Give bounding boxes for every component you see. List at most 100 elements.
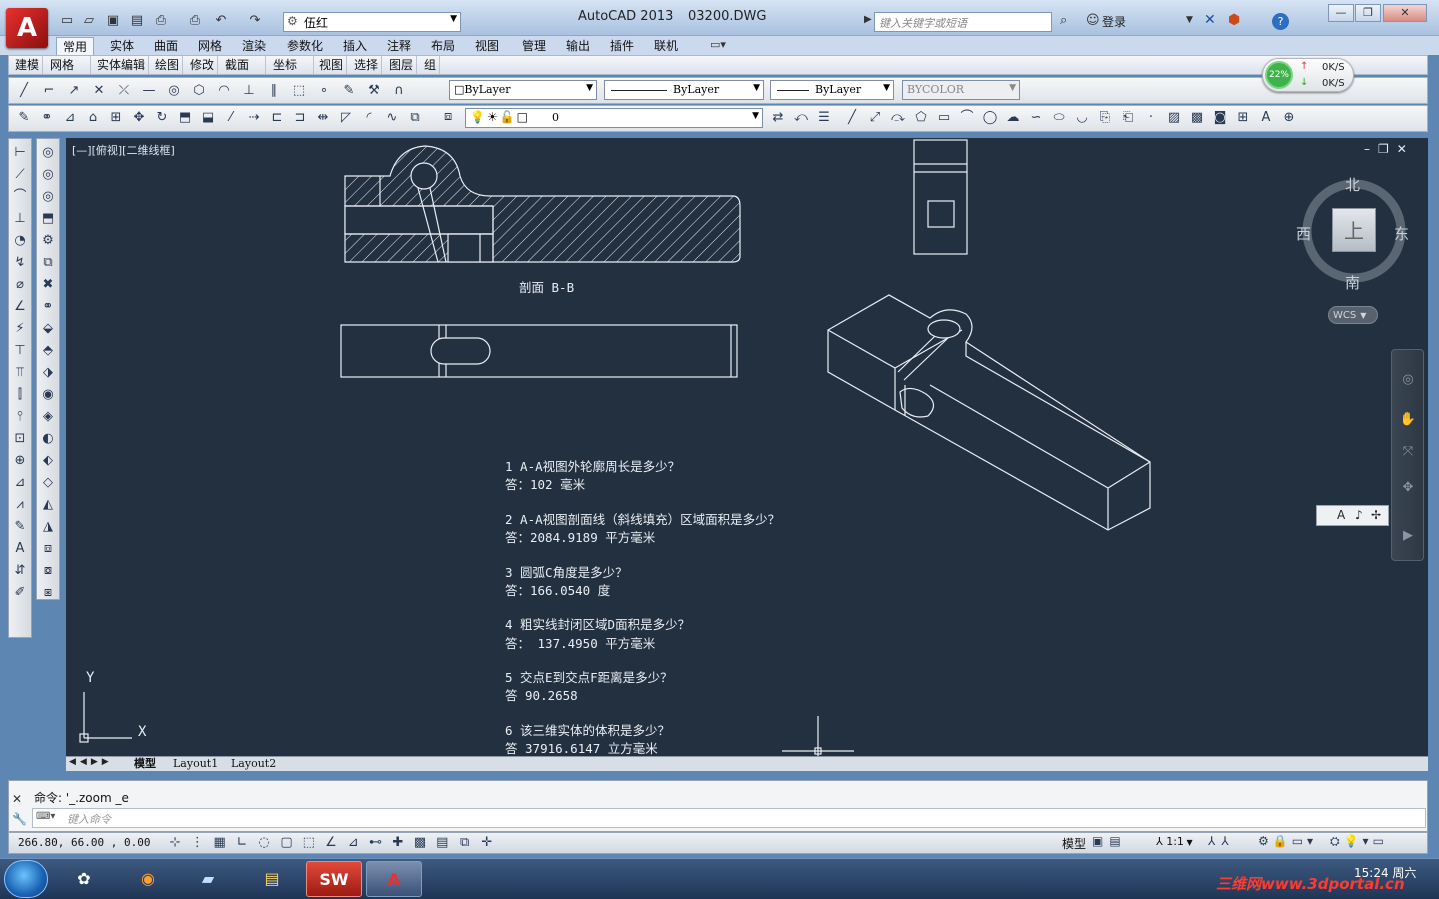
layout-nav-arrows[interactable]: ◀◀▶▶: [69, 757, 113, 767]
quick-props-icon[interactable]: ▤: [433, 834, 451, 852]
perpendicular-icon[interactable]: ⊥: [239, 81, 259, 101]
taskbar-app-explorer[interactable]: ▤: [244, 861, 300, 897]
dim-update-icon[interactable]: ⇵: [10, 561, 30, 581]
snap-icon[interactable]: ⋮: [188, 834, 206, 852]
save-as-icon[interactable]: ▤: [128, 12, 146, 30]
quick-dim-icon[interactable]: ⚡: [10, 319, 30, 339]
tab-parametric[interactable]: 参数化: [281, 37, 329, 55]
dyn-icon[interactable]: ⊷: [366, 834, 384, 852]
viewcube-west[interactable]: 西: [1296, 223, 1311, 244]
polyline-icon[interactable]: ⌐: [39, 81, 59, 101]
expand-icon[interactable]: ▶: [864, 14, 872, 25]
tab-home[interactable]: 常用: [56, 37, 95, 55]
command-prompt-icon[interactable]: ⌨▾: [36, 811, 55, 822]
tab-render[interactable]: 渲染: [236, 37, 272, 55]
viewport-controls[interactable]: [—][俯视][二维线框]: [72, 142, 175, 158]
add-selected-icon[interactable]: ⊕: [1279, 108, 1299, 128]
dash-icon[interactable]: —: [139, 81, 159, 101]
sweep-icon[interactable]: ◈: [38, 407, 58, 427]
taskbar-app-solidworks[interactable]: SW: [306, 861, 362, 897]
menu-solid-edit[interactable]: 实体编辑: [94, 56, 150, 74]
wedge-icon[interactable]: ◎: [38, 187, 58, 207]
insert-block-icon[interactable]: ⎘: [1095, 108, 1115, 128]
grid-icon[interactable]: ▦: [211, 834, 229, 852]
polysolid-icon[interactable]: ◎: [38, 143, 58, 163]
close-button[interactable]: ✕: [1383, 4, 1427, 22]
array-icon[interactable]: ⊞: [106, 108, 126, 128]
trim-icon[interactable]: ⁄: [221, 108, 241, 128]
taskbar-app-media[interactable]: ◉: [120, 861, 176, 897]
edit-icon[interactable]: ✎: [339, 81, 359, 101]
copy-icon[interactable]: ⚭: [37, 108, 57, 128]
pyramid-icon[interactable]: ⚭: [38, 297, 58, 317]
tolerance-icon[interactable]: ⊡: [10, 429, 30, 449]
hardware-accel-icons[interactable]: ⛭💡▾▭: [1330, 834, 1388, 849]
menu-mesh[interactable]: 网格: [47, 56, 91, 74]
layout-view-icons[interactable]: ▣▤: [1092, 834, 1127, 848]
ortho-icon[interactable]: ∟: [233, 834, 251, 852]
color-select[interactable]: □ByLayer ▼: [449, 80, 597, 100]
store-icon[interactable]: ⬢: [1228, 12, 1240, 28]
otrack-icon[interactable]: ∠: [322, 834, 340, 852]
space-icon[interactable]: ⫿: [10, 385, 30, 405]
annotation-monitor-icon[interactable]: ✛: [478, 834, 496, 852]
workspace-switch-icons[interactable]: ⚙🔒▭▾: [1258, 834, 1317, 848]
make-block-icon[interactable]: ⎗: [1118, 108, 1138, 128]
erase-icon[interactable]: ✎: [14, 108, 34, 128]
chamfer-icon[interactable]: ◸: [336, 108, 356, 128]
center-mark-icon[interactable]: ⊕: [10, 451, 30, 471]
scale-icon[interactable]: ⬒: [175, 108, 195, 128]
menu-select[interactable]: 选择: [351, 56, 383, 74]
jogged-linear-icon[interactable]: ⩘: [10, 495, 30, 515]
wrench-icon[interactable]: 🔧: [12, 812, 27, 826]
menu-modify[interactable]: 修改: [187, 56, 219, 74]
pan-icon[interactable]: ✋: [1398, 410, 1418, 430]
box-icon[interactable]: ◎: [38, 165, 58, 185]
lineweight-icon[interactable]: ✚: [389, 834, 407, 852]
restore-icon[interactable]: ❐: [1378, 142, 1397, 156]
construction-line-icon[interactable]: ⤢: [865, 108, 885, 128]
move-icon[interactable]: ✥: [129, 108, 149, 128]
rectangle-icon[interactable]: ▭: [934, 108, 954, 128]
annotation-add-icon[interactable]: ✢: [1371, 508, 1381, 522]
viewcube-north[interactable]: 北: [1345, 174, 1360, 195]
system-clock[interactable]: 15:24 周六: [1354, 864, 1416, 881]
cone-icon[interactable]: ⬒: [38, 209, 58, 229]
plotstyle-select[interactable]: BYCOLOR ▼: [902, 80, 1020, 100]
break-dim-icon[interactable]: ⫯: [10, 407, 30, 427]
save-icon[interactable]: ▣: [104, 12, 122, 30]
menu-layers[interactable]: 图层: [386, 56, 418, 74]
rotate-icon[interactable]: ↻: [152, 108, 172, 128]
point-icon[interactable]: ·: [1141, 108, 1161, 128]
linear-dim-icon[interactable]: ⊢: [10, 143, 30, 163]
polyline-icon[interactable]: ⤼: [888, 108, 908, 128]
circle-icon[interactable]: ◯: [980, 108, 1000, 128]
annotation-scale-icon[interactable]: ♪: [1355, 508, 1363, 522]
workspace-select[interactable]: ⚙ 伍红 ▼: [283, 12, 461, 32]
circle-icon[interactable]: ◎: [164, 81, 184, 101]
subtract-icon[interactable]: ◭: [38, 495, 58, 515]
break-at-point-icon[interactable]: ⊐: [290, 108, 310, 128]
loft-icon[interactable]: ⬖: [38, 451, 58, 471]
jogged-icon[interactable]: ↯: [10, 253, 30, 273]
polar-icon[interactable]: ◌: [255, 834, 273, 852]
model-space-canvas[interactable]: [66, 138, 1428, 756]
minimize-button[interactable]: —: [1328, 4, 1354, 22]
mtext-icon[interactable]: A: [1256, 108, 1276, 128]
3d-osnap-icon[interactable]: ⬚: [300, 834, 318, 852]
taskbar-app-notes[interactable]: ▰: [180, 861, 236, 897]
publish-icon[interactable]: ⎙: [152, 12, 170, 30]
layer-previous-icon[interactable]: ⤺: [791, 108, 811, 128]
inspection-icon[interactable]: ⊿: [10, 473, 30, 493]
menu-group[interactable]: 组: [421, 56, 441, 74]
open-icon[interactable]: ▱: [80, 12, 98, 30]
presspull-icon[interactable]: ◉: [38, 385, 58, 405]
sphere-icon[interactable]: ⚙: [38, 231, 58, 251]
redo-icon[interactable]: ↷: [246, 12, 264, 30]
tab-layout[interactable]: 布局: [425, 37, 461, 55]
model-space-toggle[interactable]: 模型: [1062, 835, 1086, 852]
3d-move-icon[interactable]: ⧈: [38, 539, 58, 559]
magnet-icon[interactable]: ∩: [389, 81, 409, 101]
extend-icon[interactable]: ⇢: [244, 108, 264, 128]
3d-rotate-icon[interactable]: ⧇: [38, 561, 58, 581]
